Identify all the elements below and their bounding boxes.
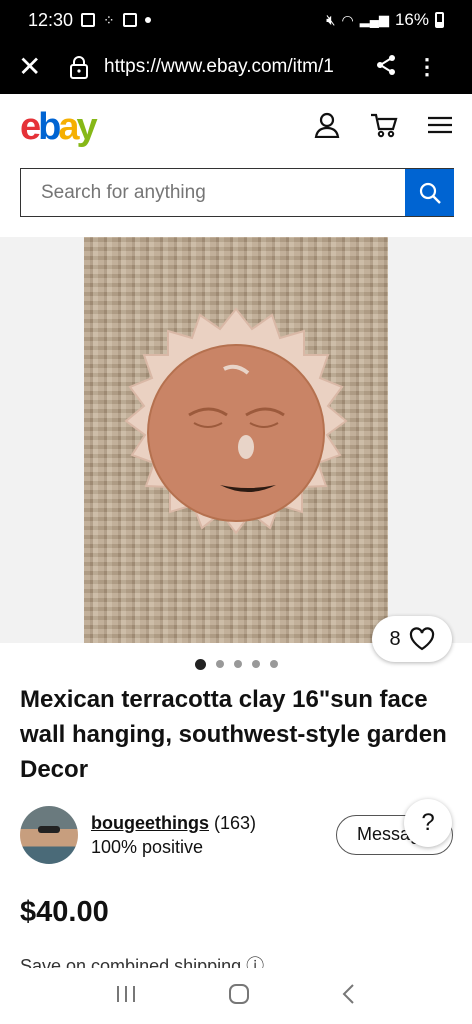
search-input[interactable] xyxy=(21,169,405,216)
pagination-dot[interactable] xyxy=(233,660,242,668)
status-time: 12:30 xyxy=(28,9,74,30)
back-icon[interactable] xyxy=(341,983,357,1010)
site-header: ebay xyxy=(0,94,472,160)
combined-shipping-note[interactable]: Save on combined shipping ⓘ xyxy=(20,954,320,968)
help-button[interactable]: ? xyxy=(404,799,452,847)
menu-icon[interactable] xyxy=(428,116,452,139)
product-image[interactable] xyxy=(84,237,388,643)
dots-notification-icon: ⁘ xyxy=(103,11,115,28)
seller-feedback-count: (163) xyxy=(214,813,257,833)
close-tab-icon[interactable]: ✕ xyxy=(18,53,58,81)
image-gallery[interactable] xyxy=(0,237,472,643)
watch-button[interactable]: 8 xyxy=(372,616,452,662)
seller-avatar[interactable] xyxy=(20,806,78,864)
battery-level: 16% xyxy=(394,10,429,29)
share-icon[interactable] xyxy=(374,53,402,82)
gallery-notification-icon xyxy=(81,13,96,27)
more-notifications-icon xyxy=(144,17,151,23)
item-price: $40.00 xyxy=(20,896,109,928)
info-icon[interactable]: ⓘ xyxy=(246,956,264,968)
watch-count: 8 xyxy=(389,627,401,650)
seller-name-link[interactable]: bougeethings xyxy=(91,813,209,833)
account-icon[interactable] xyxy=(314,112,340,143)
pagination-dot[interactable] xyxy=(269,660,278,668)
image-pagination xyxy=(0,658,472,670)
search-icon xyxy=(419,182,441,204)
signal-icon: ▂▄▆ xyxy=(359,12,389,27)
search-bar xyxy=(20,168,454,217)
more-options-icon[interactable]: ⋮ xyxy=(416,56,438,78)
search-button[interactable] xyxy=(405,169,454,216)
status-bar: 12:30 ⁘ 🔇︎ ◠ ▂▄▆ 16% xyxy=(0,0,472,40)
heart-icon xyxy=(409,627,434,651)
battery-icon xyxy=(435,12,444,28)
system-nav-bar xyxy=(0,968,472,1024)
browser-toolbar: ✕ https://www.ebay.com/itm/1 ⋮ xyxy=(0,40,472,94)
pagination-dot[interactable] xyxy=(194,658,206,670)
ebay-logo[interactable]: ebay xyxy=(20,106,98,149)
help-icon: ? xyxy=(421,809,435,836)
wifi-icon: ◠ xyxy=(341,11,354,28)
pagination-dot[interactable] xyxy=(215,660,224,668)
cart-icon[interactable] xyxy=(370,112,398,143)
home-icon[interactable] xyxy=(228,983,250,1010)
listing-title: Mexican terracotta clay 16"sun face wall… xyxy=(20,686,447,783)
url-field[interactable]: https://www.ebay.com/itm/1 xyxy=(104,56,362,78)
check-notification-icon xyxy=(122,13,137,27)
mute-icon: 🔇︎ xyxy=(326,11,336,29)
seller-positive-rating: 100% positive xyxy=(91,837,204,857)
pagination-dot[interactable] xyxy=(251,660,260,668)
lock-icon[interactable] xyxy=(68,55,90,79)
recent-apps-icon[interactable] xyxy=(115,984,137,1009)
